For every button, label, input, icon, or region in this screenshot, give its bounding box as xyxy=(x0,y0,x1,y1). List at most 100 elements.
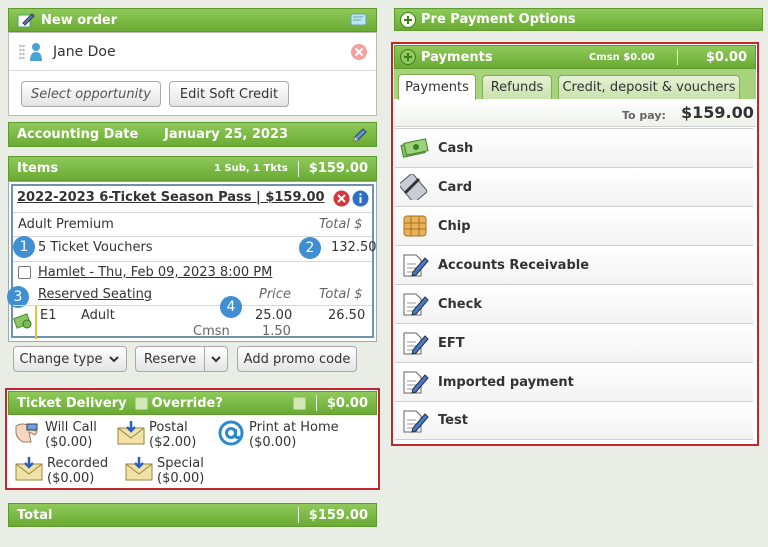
ticket-delivery-highlight: Ticket Delivery Override? $0.00 Will Cal… xyxy=(5,388,380,490)
total-column-header-2: Total $ xyxy=(319,287,363,302)
payment-method-label: Card xyxy=(438,179,473,195)
total-bar: Total $159.00 xyxy=(8,503,377,527)
payment-method-chip[interactable]: Chip xyxy=(395,206,753,245)
payment-method-accounts-receivable[interactable]: Accounts Receivable xyxy=(395,245,753,284)
delivery-option-special[interactable]: Special ($0.00) xyxy=(125,456,204,486)
override-checkbox[interactable] xyxy=(134,396,148,410)
payment-method-cash[interactable]: Cash xyxy=(395,128,753,167)
pencil-icon[interactable] xyxy=(352,127,368,143)
price-column-header: Price xyxy=(259,287,291,302)
payment-method-check[interactable]: Check xyxy=(395,284,753,323)
delivery-option-price: ($0.00) xyxy=(249,435,297,450)
tab-payments[interactable]: Payments xyxy=(398,74,476,100)
season-pass-box: 2022-2023 6-Ticket Season Pass | $159.00… xyxy=(7,184,377,339)
payments-highlight: Payments Cmsn $0.00 $0.00 Payments Refun… xyxy=(391,42,759,446)
callout-marker-2: 2 xyxy=(299,237,321,259)
pre-payment-title: Pre Payment Options xyxy=(421,12,576,27)
document-edit-icon xyxy=(403,410,429,433)
payment-method-label: Imported payment xyxy=(438,374,574,390)
new-order-panel: Jane Doe Select opportunity Edit Soft Cr… xyxy=(8,32,377,116)
tab-refunds[interactable]: Refunds xyxy=(482,75,552,99)
delivery-option-name: Special xyxy=(157,456,204,471)
delivery-option-price: ($0.00) xyxy=(47,471,95,486)
change-type-button[interactable]: Change type xyxy=(13,346,127,372)
remove-item-icon[interactable] xyxy=(333,190,350,207)
delivery-option-will-call[interactable]: Will Call ($0.00) xyxy=(13,420,97,450)
price-level: Adult Premium xyxy=(18,217,114,232)
delivery-select-checkbox[interactable] xyxy=(292,396,306,410)
delivery-option-price: ($0.00) xyxy=(45,435,93,450)
payments-tabs: Payments Refunds Credit, deposit & vouch… xyxy=(394,69,756,100)
total-amount: $159.00 xyxy=(308,507,368,523)
season-pass-title[interactable]: 2022-2023 6-Ticket Season Pass | $159.00 xyxy=(17,190,325,205)
info-icon[interactable] xyxy=(352,190,369,207)
payment-method-imported-payment[interactable]: Imported payment xyxy=(395,362,753,401)
payment-method-test[interactable]: Test xyxy=(395,401,753,440)
note-icon[interactable] xyxy=(350,13,368,27)
payment-method-card[interactable]: Card xyxy=(395,167,753,206)
envelope-icon xyxy=(125,457,153,481)
total-column-header: Total $ xyxy=(319,217,363,232)
delivery-option-name: Recorded xyxy=(47,456,109,471)
pre-payment-options-bar[interactable]: Pre Payment Options xyxy=(394,8,763,31)
seating-link[interactable]: Reserved Seating xyxy=(38,287,152,302)
payment-method-label: Cash xyxy=(438,140,474,156)
vouchers-total: 132.50 xyxy=(331,240,377,255)
seat-price: 25.00 xyxy=(255,308,293,323)
delivery-option-name: Postal xyxy=(149,420,188,435)
document-edit-icon xyxy=(403,371,429,394)
seat-row-highlight xyxy=(35,306,37,339)
payment-method-eft[interactable]: EFT xyxy=(395,323,753,362)
ticket-delivery-amount: $0.00 xyxy=(326,395,368,411)
cmsn-value: 1.50 xyxy=(262,324,291,339)
new-order-title: New order xyxy=(41,12,118,28)
person-icon xyxy=(30,42,42,61)
edit-order-icon xyxy=(17,13,35,28)
document-edit-icon xyxy=(403,293,429,316)
envelope-icon xyxy=(15,457,43,481)
expand-icon[interactable] xyxy=(400,49,416,65)
items-title: Items xyxy=(17,161,59,176)
ticket-delivery-title: Ticket Delivery xyxy=(17,395,127,411)
hand-icon xyxy=(15,423,38,443)
edit-soft-credit-button[interactable]: Edit Soft Credit xyxy=(169,81,289,107)
document-edit-icon xyxy=(403,332,429,355)
items-total: $159.00 xyxy=(308,161,368,176)
to-pay-amount: $159.00 xyxy=(681,103,754,122)
select-opportunity-button[interactable]: Select opportunity xyxy=(21,81,161,107)
customer-name[interactable]: Jane Doe xyxy=(53,44,116,60)
delivery-option-postal[interactable]: Postal ($2.00) xyxy=(117,420,196,450)
cash-icon xyxy=(400,138,429,158)
items-panel: 2022-2023 6-Ticket Season Pass | $159.00… xyxy=(7,181,377,342)
new-order-header: New order xyxy=(8,8,377,32)
add-promo-code-button[interactable]: Add promo code xyxy=(237,346,357,372)
ticket-delivery-header: Ticket Delivery Override? $0.00 xyxy=(8,391,377,415)
delivery-option-print-at-home[interactable]: Print at Home ($0.00) xyxy=(217,420,339,450)
money-icon xyxy=(13,313,32,329)
reserve-button[interactable]: Reserve xyxy=(135,346,205,372)
payment-method-label: Chip xyxy=(438,218,471,234)
delivery-option-recorded[interactable]: Recorded ($0.00) xyxy=(15,456,108,486)
tab-credit-deposit-vouchers[interactable]: Credit, deposit & vouchers xyxy=(558,75,740,99)
accounting-date-label: Accounting Date xyxy=(17,127,139,142)
expand-icon[interactable] xyxy=(400,11,416,28)
drag-handle-icon[interactable] xyxy=(19,43,25,60)
payments-header: Payments Cmsn $0.00 $0.00 xyxy=(394,45,756,69)
customer-row[interactable]: Jane Doe xyxy=(9,33,376,71)
cmsn-label: Cmsn xyxy=(193,324,230,339)
envelope-icon xyxy=(117,421,145,445)
delivery-option-price: ($2.00) xyxy=(149,435,197,450)
seat-total: 26.50 xyxy=(328,308,366,323)
accounting-date-value: January 25, 2023 xyxy=(164,127,289,142)
chevron-down-icon xyxy=(109,356,120,363)
chevron-down-icon xyxy=(211,356,221,363)
chip-icon xyxy=(403,215,427,237)
performance-checkbox[interactable] xyxy=(18,266,31,279)
performance-link[interactable]: Hamlet - Thu, Feb 09, 2023 8:00 PM xyxy=(38,265,272,280)
callout-marker-4: 4 xyxy=(220,296,242,318)
reserve-dropdown-button[interactable] xyxy=(204,346,228,372)
payment-method-label: Check xyxy=(438,296,482,312)
accounting-date-bar: Accounting Date January 25, 2023 xyxy=(8,122,377,147)
remove-customer-icon[interactable] xyxy=(350,43,368,61)
to-pay-label: To pay: xyxy=(622,109,666,122)
